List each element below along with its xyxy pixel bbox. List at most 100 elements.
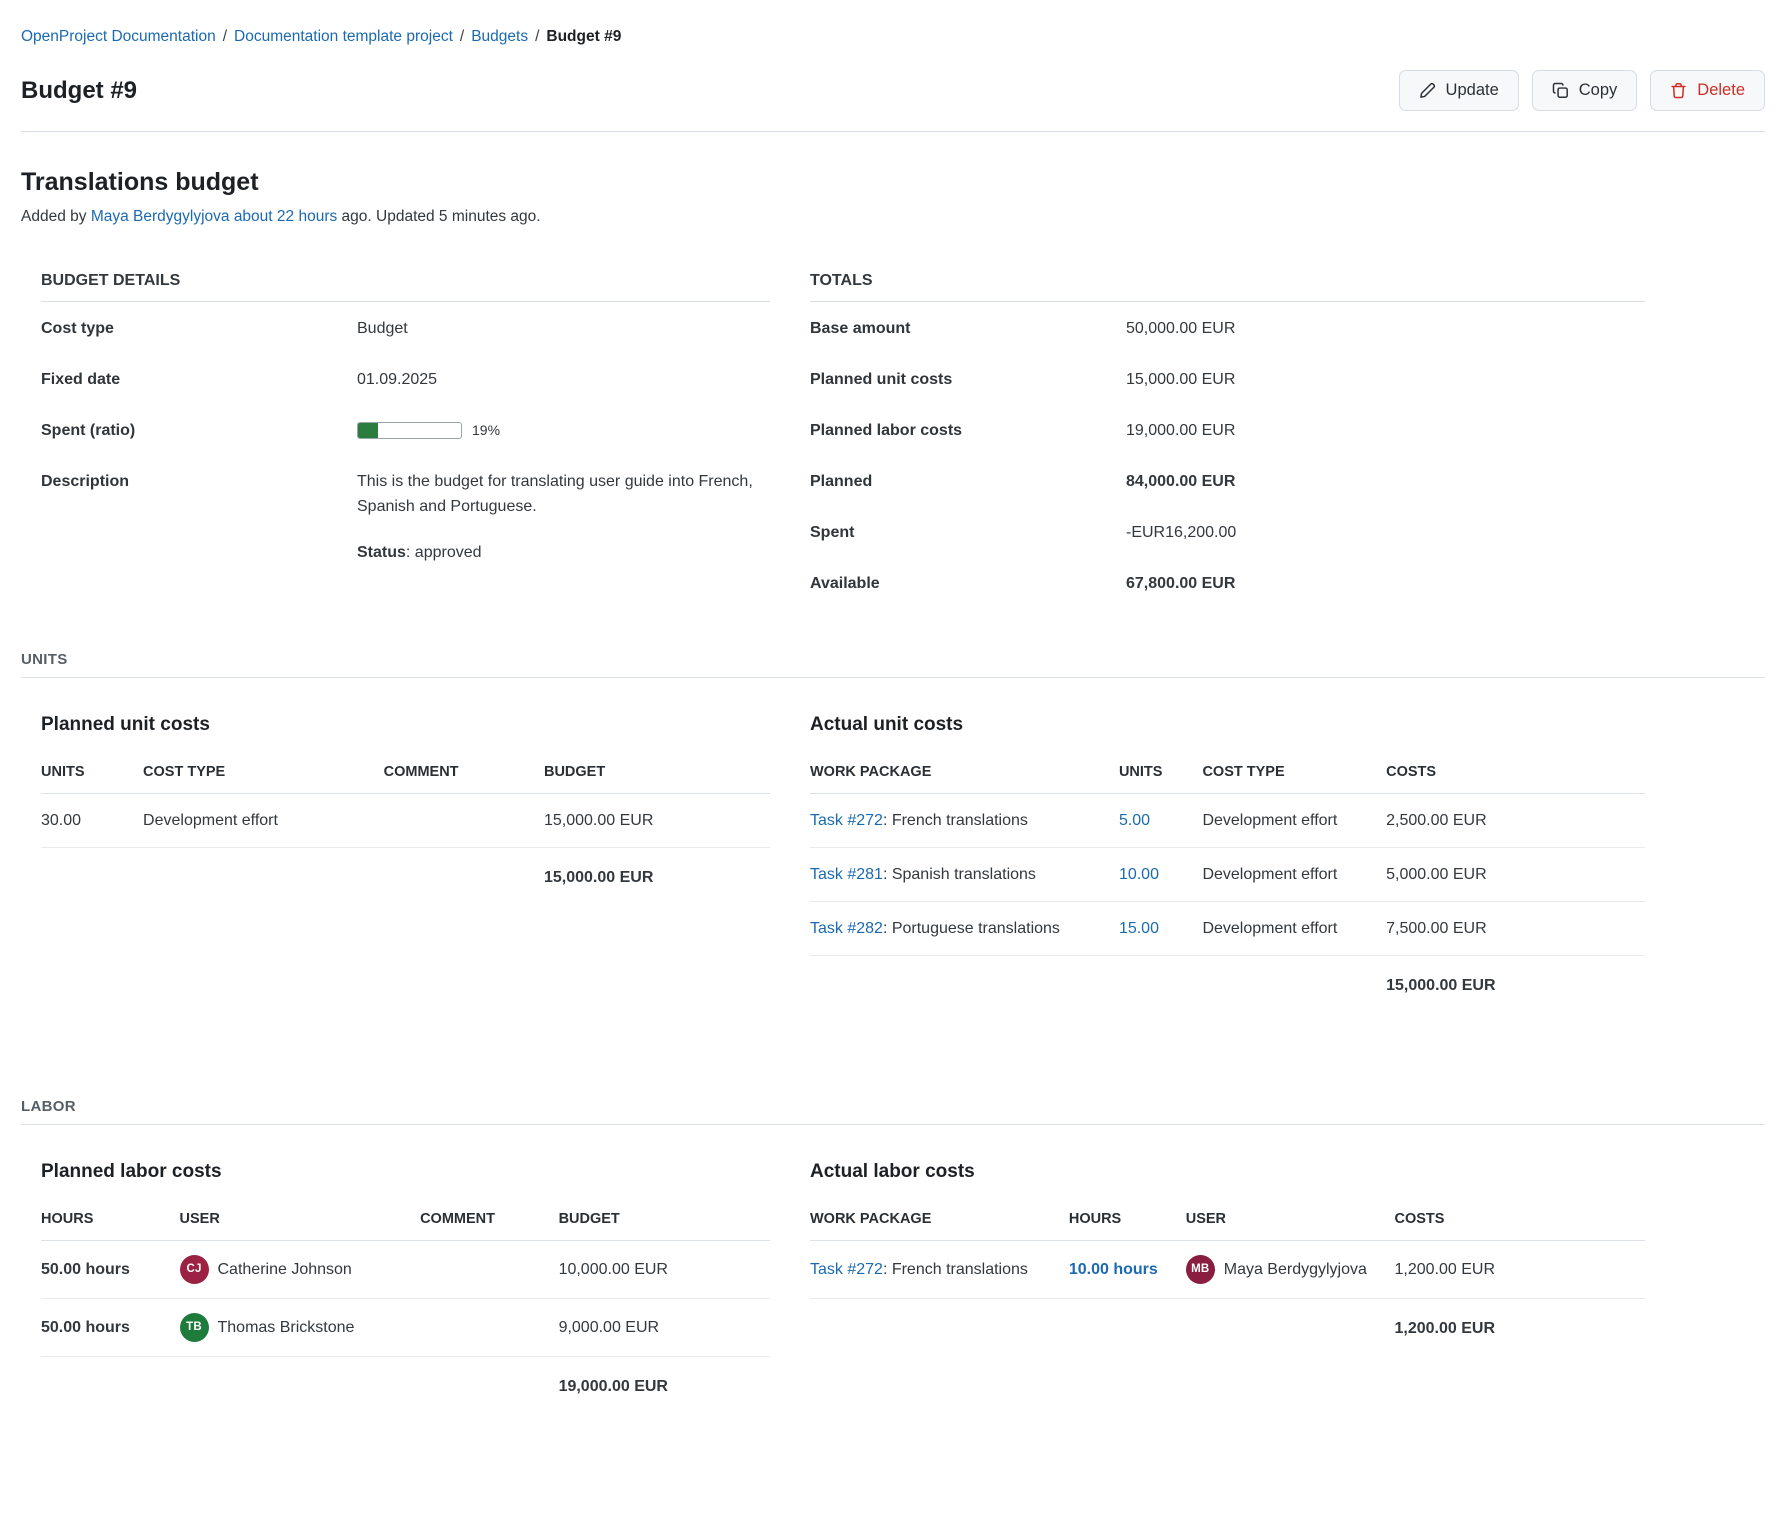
table-row: Task #272: French translations 5.00 Deve… bbox=[810, 794, 1645, 848]
units-link[interactable]: 10.00 bbox=[1119, 866, 1159, 883]
byline: Added by Maya Berdygylyjova about 22 hou… bbox=[21, 208, 1765, 226]
column-header: COST TYPE bbox=[1202, 752, 1386, 794]
totals-row-planned-labor-costs: Planned labor costs 19,000.00 EUR bbox=[810, 405, 1645, 456]
planned-unit-costs-card: Planned unit costs UNITS COST TYPE COMME… bbox=[21, 678, 770, 1012]
work-package-cell: Task #272: French translations bbox=[810, 794, 1119, 848]
column-header: COST TYPE bbox=[143, 752, 384, 794]
units-link[interactable]: 5.00 bbox=[1119, 812, 1150, 829]
title-divider bbox=[21, 131, 1765, 132]
avatar: CJ bbox=[180, 1255, 209, 1284]
work-package-link[interactable]: Task #282 bbox=[810, 920, 883, 937]
work-package-link[interactable]: Task #272 bbox=[810, 812, 883, 829]
attr-label: Description bbox=[41, 469, 357, 494]
hours-link[interactable]: 10.00 hours bbox=[1069, 1261, 1158, 1278]
status-value: : approved bbox=[406, 544, 482, 561]
table-total: 15,000.00 EUR bbox=[1386, 956, 1645, 1013]
attr-row-spent-ratio: Spent (ratio) 19% bbox=[41, 405, 770, 456]
breadcrumb-link-openproject-documentation[interactable]: OpenProject Documentation bbox=[21, 28, 216, 45]
user-name: Maya Berdygylyjova bbox=[1224, 1257, 1367, 1282]
table-row: 50.00 hours CJCatherine Johnson 10,000.0… bbox=[41, 1241, 770, 1299]
breadcrumb-current: Budget #9 bbox=[546, 28, 621, 45]
column-header: HOURS bbox=[1069, 1199, 1186, 1241]
costs-cell: 5,000.00 EUR bbox=[1386, 848, 1645, 902]
labor-grid: Planned labor costs HOURS USER COMMENT B… bbox=[21, 1125, 1765, 1413]
table-row: Task #272: French translations 10.00 hou… bbox=[810, 1241, 1645, 1299]
title-row: Budget #9 Update Copy Delete bbox=[21, 70, 1765, 111]
units-cell: 15.00 bbox=[1119, 902, 1203, 956]
progress-track bbox=[357, 422, 462, 439]
planned-labor-costs-card: Planned labor costs HOURS USER COMMENT B… bbox=[21, 1125, 770, 1413]
column-header: USER bbox=[1186, 1199, 1395, 1241]
planned-unit-costs-title: Planned unit costs bbox=[41, 714, 770, 736]
work-package-subject: : Spanish translations bbox=[883, 866, 1036, 883]
comment-cell bbox=[384, 794, 544, 848]
planned-unit-costs-table: UNITS COST TYPE COMMENT BUDGET 30.00 Dev… bbox=[41, 752, 770, 904]
attr-label: Planned labor costs bbox=[810, 418, 1126, 443]
breadcrumb-link-budgets[interactable]: Budgets bbox=[471, 28, 528, 45]
user-cell: CJCatherine Johnson bbox=[180, 1241, 421, 1299]
column-header: COSTS bbox=[1394, 1199, 1645, 1241]
pencil-icon bbox=[1419, 82, 1436, 99]
details-totals-grid: BUDGET DETAILS Cost type Budget Fixed da… bbox=[21, 272, 1765, 609]
author-activity-link[interactable]: Maya Berdygylyjova about 22 hours bbox=[91, 208, 337, 225]
totals-section: TOTALS Base amount 50,000.00 EUR Planned… bbox=[790, 272, 1645, 609]
actual-labor-costs-card: Actual labor costs WORK PACKAGE HOURS US… bbox=[790, 1125, 1645, 1413]
table-total: 1,200.00 EUR bbox=[1394, 1299, 1645, 1356]
column-header: HOURS bbox=[41, 1199, 180, 1241]
budget-name: Translations budget bbox=[21, 168, 1765, 197]
breadcrumb-separator: / bbox=[535, 28, 539, 45]
attr-value: 15,000.00 EUR bbox=[1126, 367, 1235, 392]
work-package-subject: : Portuguese translations bbox=[883, 920, 1060, 937]
costs-cell: 2,500.00 EUR bbox=[1386, 794, 1645, 848]
user-cell: MBMaya Berdygylyjova bbox=[1186, 1241, 1395, 1299]
work-package-link[interactable]: Task #281 bbox=[810, 866, 883, 883]
work-package-cell: Task #281: Spanish translations bbox=[810, 848, 1119, 902]
column-header: COMMENT bbox=[384, 752, 544, 794]
attr-row-cost-type: Cost type Budget bbox=[41, 303, 770, 354]
units-section-header: UNITS bbox=[21, 651, 1765, 678]
status-line: Status: approved bbox=[357, 540, 757, 565]
delete-button[interactable]: Delete bbox=[1650, 70, 1765, 111]
attr-label: Spent bbox=[810, 520, 1126, 545]
attr-value: 01.09.2025 bbox=[357, 367, 437, 392]
work-package-subject: : French translations bbox=[883, 1261, 1028, 1278]
toolbar: Update Copy Delete bbox=[1399, 70, 1765, 111]
costs-cell: 7,500.00 EUR bbox=[1386, 902, 1645, 956]
comment-cell bbox=[420, 1241, 559, 1299]
column-header: UNITS bbox=[41, 752, 143, 794]
attr-value: Budget bbox=[357, 316, 408, 341]
work-package-link[interactable]: Task #272 bbox=[810, 1261, 883, 1278]
breadcrumb-separator: / bbox=[223, 28, 227, 45]
totals-row-available: Available 67,800.00 EUR bbox=[810, 558, 1645, 609]
attr-label: Base amount bbox=[810, 316, 1126, 341]
budget-cell: 9,000.00 EUR bbox=[559, 1299, 770, 1357]
breadcrumb-separator: / bbox=[460, 28, 464, 45]
total-row: 19,000.00 EUR bbox=[41, 1357, 770, 1414]
units-cell: 30.00 bbox=[41, 794, 143, 848]
totals-row-spent: Spent -EUR16,200.00 bbox=[810, 507, 1645, 558]
user-cell: TBThomas Brickstone bbox=[180, 1299, 421, 1357]
attr-value: 19,000.00 EUR bbox=[1126, 418, 1235, 443]
total-row: 1,200.00 EUR bbox=[810, 1299, 1645, 1356]
units-link[interactable]: 15.00 bbox=[1119, 920, 1159, 937]
breadcrumb-link-documentation-template-project[interactable]: Documentation template project bbox=[234, 28, 453, 45]
update-button[interactable]: Update bbox=[1399, 70, 1519, 111]
column-header: WORK PACKAGE bbox=[810, 752, 1119, 794]
trash-icon bbox=[1670, 82, 1687, 99]
planned-labor-costs-table: HOURS USER COMMENT BUDGET 50.00 hours CJ… bbox=[41, 1199, 770, 1413]
copy-button[interactable]: Copy bbox=[1532, 70, 1638, 111]
total-row: 15,000.00 EUR bbox=[41, 848, 770, 905]
byline-prefix: Added by bbox=[21, 208, 91, 225]
attr-label: Spent (ratio) bbox=[41, 418, 357, 443]
column-header: COSTS bbox=[1386, 752, 1645, 794]
column-header: COMMENT bbox=[420, 1199, 559, 1241]
table-row: Task #281: Spanish translations 10.00 De… bbox=[810, 848, 1645, 902]
comment-cell bbox=[420, 1299, 559, 1357]
costs-cell: 1,200.00 EUR bbox=[1394, 1241, 1645, 1299]
budget-cell: 15,000.00 EUR bbox=[544, 794, 770, 848]
byline-suffix: ago. Updated 5 minutes ago. bbox=[337, 208, 540, 225]
units-cell: 5.00 bbox=[1119, 794, 1203, 848]
table-row: Task #282: Portuguese translations 15.00… bbox=[810, 902, 1645, 956]
cost-type-cell: Development effort bbox=[143, 794, 384, 848]
attr-label: Fixed date bbox=[41, 367, 357, 392]
